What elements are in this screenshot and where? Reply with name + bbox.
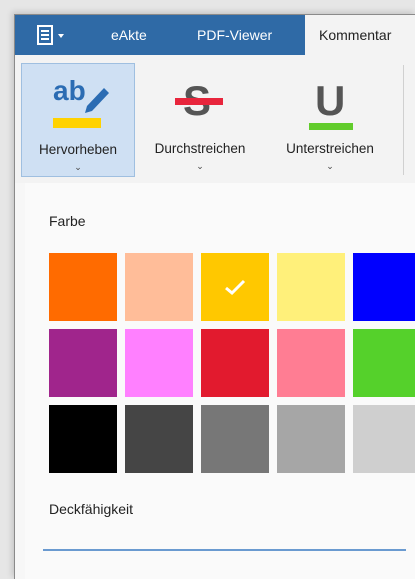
color-swatch[interactable] xyxy=(49,405,117,473)
tab-label: Kommentar xyxy=(319,27,392,43)
color-swatch[interactable] xyxy=(277,405,345,473)
highlight-button[interactable]: ab Hervorheben ⌄ xyxy=(21,63,135,177)
checkmark-icon xyxy=(201,253,269,321)
opacity-section-label: Deckfähigkeit xyxy=(49,501,134,517)
chevron-down-icon[interactable]: ⌄ xyxy=(141,161,259,172)
color-swatch[interactable] xyxy=(125,329,193,397)
color-swatch[interactable] xyxy=(353,253,415,321)
color-swatch[interactable] xyxy=(353,405,415,473)
highlight-options-dropdown: Farbe Deckfähigkeit xyxy=(25,183,415,579)
chevron-down-icon[interactable]: ⌄ xyxy=(22,162,134,173)
ribbon-panel: ab Hervorheben ⌄ S Durchstreichen ⌄ U Un… xyxy=(15,55,415,184)
strikethrough-label: Durchstreichen xyxy=(154,141,246,156)
svg-text:U: U xyxy=(315,77,345,124)
tab-kommentar[interactable]: Kommentar xyxy=(305,15,415,55)
strikethrough-button[interactable]: S Durchstreichen ⌄ xyxy=(141,63,259,177)
tab-label: eAkte xyxy=(111,27,147,43)
svg-text:ab: ab xyxy=(53,75,86,106)
ribbon-divider xyxy=(403,65,404,175)
tab-eakte[interactable]: eAkte xyxy=(111,15,147,55)
color-swatch[interactable] xyxy=(277,329,345,397)
color-swatch[interactable] xyxy=(49,329,117,397)
ribbon-tabbar: eAkte PDF-Viewer Kommentar xyxy=(15,15,415,55)
color-swatch[interactable] xyxy=(353,329,415,397)
opacity-slider[interactable] xyxy=(43,549,406,551)
underline-button[interactable]: U Unterstreichen ⌄ xyxy=(267,63,393,177)
underline-icon: U xyxy=(309,77,353,130)
color-swatch[interactable] xyxy=(201,329,269,397)
underline-label: Unterstreichen xyxy=(286,141,374,156)
color-section-label: Farbe xyxy=(49,213,86,229)
tab-label: PDF-Viewer xyxy=(197,27,273,43)
strikethrough-icon: S xyxy=(175,77,223,124)
tab-pdf-viewer[interactable]: PDF-Viewer xyxy=(197,15,272,55)
color-swatch[interactable] xyxy=(125,253,193,321)
color-swatch[interactable] xyxy=(277,253,345,321)
color-swatch[interactable] xyxy=(201,253,269,321)
highlight-label: Hervorheben xyxy=(38,142,118,157)
app-window: eAkte PDF-Viewer Kommentar ab Hervorhebe… xyxy=(14,14,415,579)
color-swatch[interactable] xyxy=(49,253,117,321)
chevron-down-icon[interactable]: ⌄ xyxy=(267,161,393,172)
file-menu-button[interactable] xyxy=(37,25,77,45)
document-list-icon xyxy=(37,25,64,45)
color-swatch[interactable] xyxy=(125,405,193,473)
color-swatch[interactable] xyxy=(201,405,269,473)
highlight-icon: ab xyxy=(53,75,109,128)
